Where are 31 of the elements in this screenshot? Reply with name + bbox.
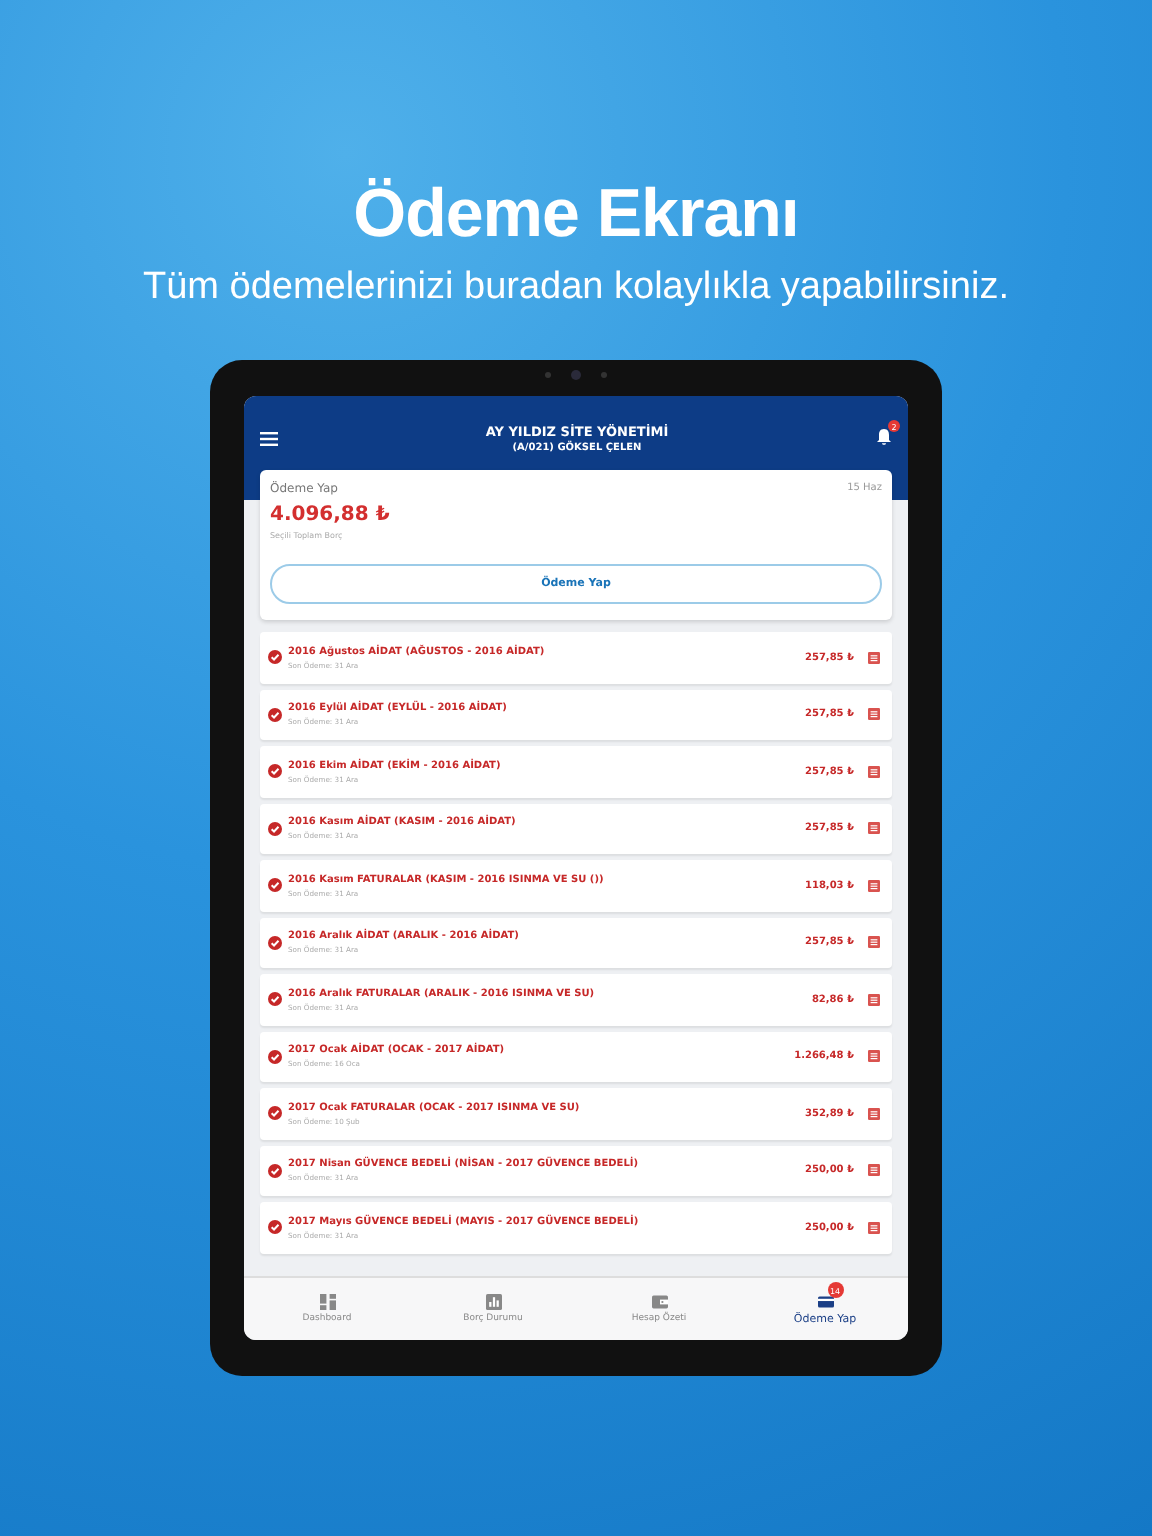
document-icon[interactable] — [868, 1221, 880, 1234]
checkbox-icon[interactable] — [268, 878, 282, 893]
document-icon[interactable] — [868, 879, 880, 892]
dashboard-icon — [319, 1294, 335, 1310]
headline: Ödeme Ekranı — [353, 176, 799, 254]
checkbox-icon[interactable] — [268, 1049, 282, 1064]
checkbox-icon[interactable] — [268, 992, 282, 1007]
wallet-icon — [651, 1294, 667, 1310]
checkbox-icon[interactable] — [268, 764, 282, 779]
document-icon[interactable] — [868, 1107, 880, 1120]
menu-icon[interactable] — [260, 432, 278, 446]
document-icon[interactable] — [868, 765, 880, 778]
checkbox-icon[interactable] — [268, 707, 282, 722]
document-icon[interactable] — [868, 1164, 880, 1177]
checkbox-icon[interactable] — [268, 1220, 282, 1235]
document-icon[interactable] — [868, 993, 880, 1006]
document-icon[interactable] — [868, 822, 880, 835]
document-icon[interactable] — [868, 708, 880, 721]
document-icon[interactable] — [868, 1050, 880, 1063]
checkbox-icon[interactable] — [268, 1106, 282, 1121]
checkbox-icon[interactable] — [268, 1163, 282, 1178]
document-icon[interactable] — [868, 651, 880, 664]
checkbox-icon[interactable] — [268, 935, 282, 950]
checkbox-icon[interactable] — [268, 821, 282, 836]
subheadline: Tüm ödemelerinizi buradan kolaylıkla yapabilirsiniz. — [143, 266, 1009, 310]
card-icon — [817, 1293, 833, 1309]
document-icon[interactable] — [868, 936, 880, 949]
chart-icon — [485, 1294, 501, 1310]
checkbox-icon[interactable] — [268, 650, 282, 665]
total-amount: 4.096,88 ₺ — [270, 504, 392, 526]
bell-icon[interactable] — [876, 428, 892, 446]
